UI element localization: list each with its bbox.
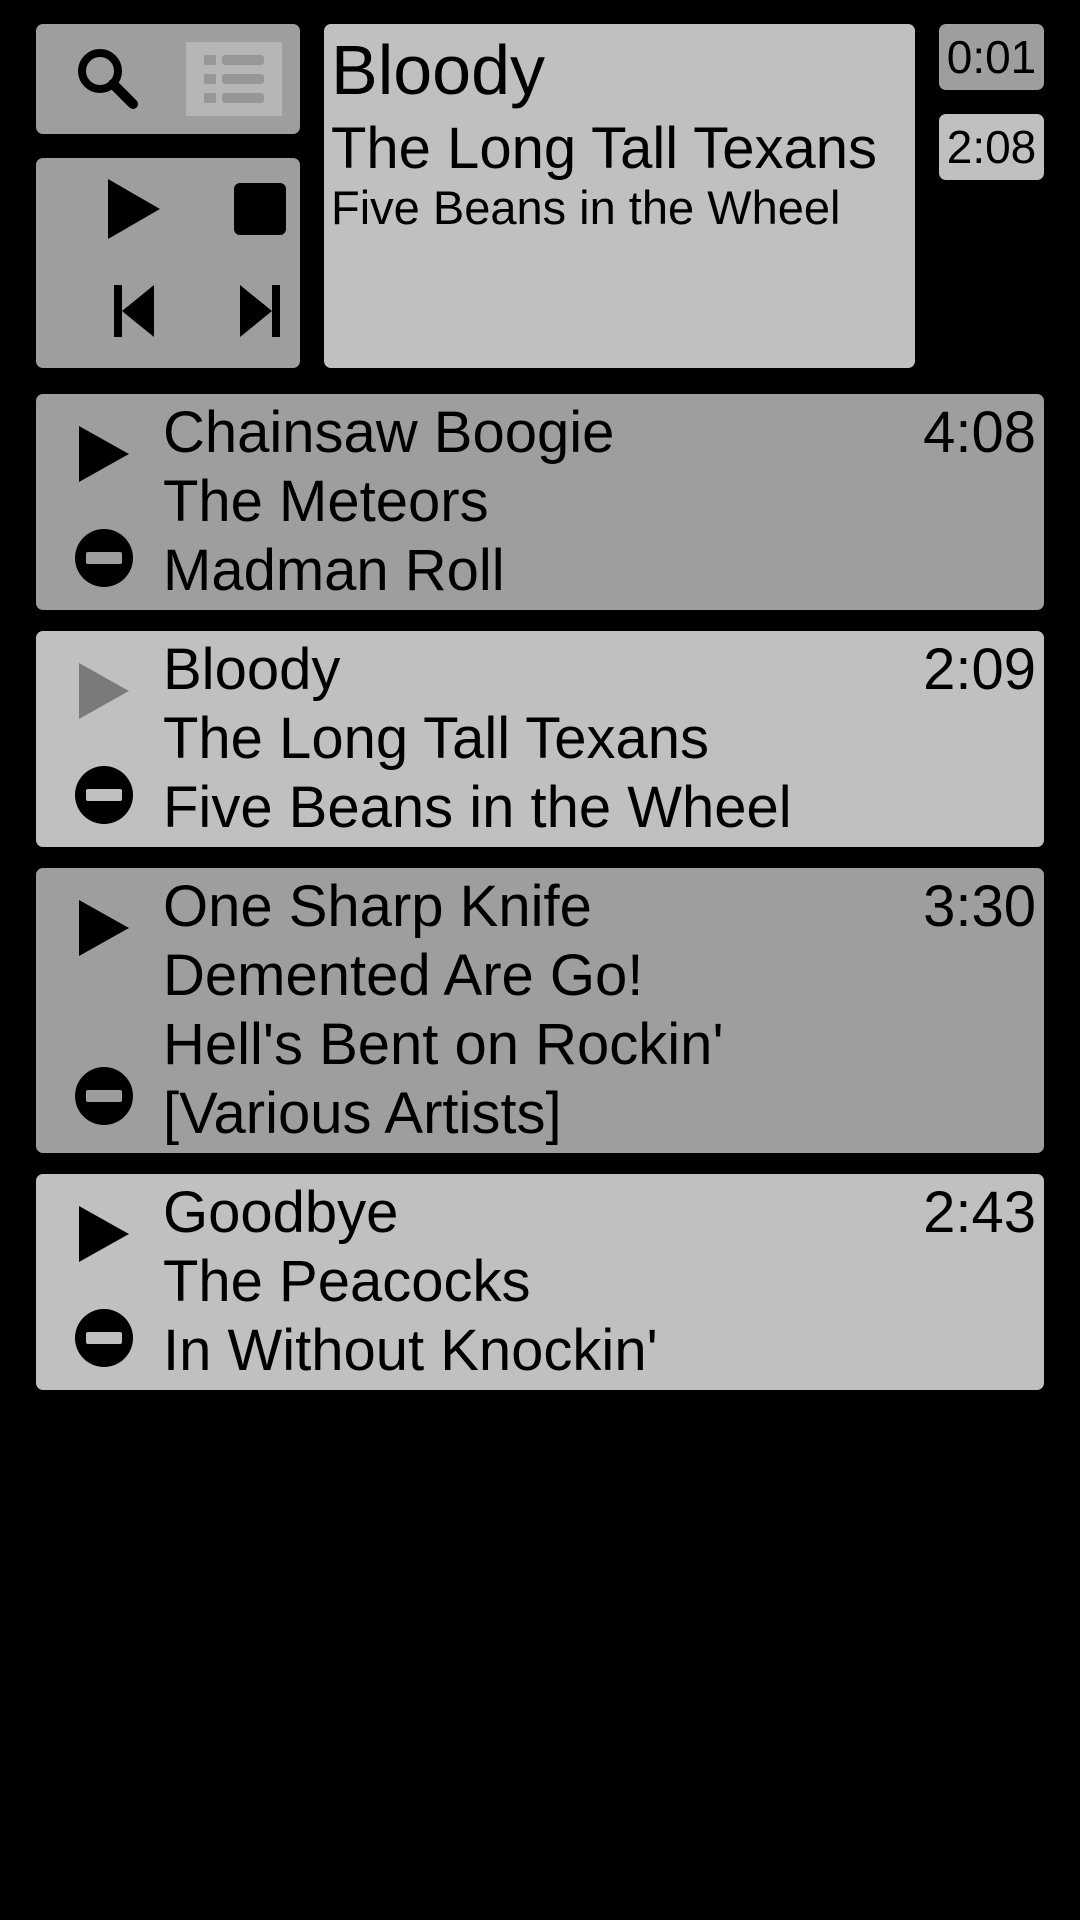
row-play-button[interactable]: [64, 414, 144, 494]
row-remove-button[interactable]: [64, 1298, 144, 1378]
row-remove-button[interactable]: [64, 518, 144, 598]
playlist-icon: [204, 55, 264, 103]
remove-circle-icon: [75, 766, 133, 824]
track-info: One Sharp Knife Demented Are Go! Hell's Be…: [163, 872, 724, 1148]
play-icon: [79, 900, 129, 956]
track-duration: 2:09: [923, 637, 1036, 702]
playlist-row[interactable]: Bloody The Long Tall Texans Five Beans in …: [36, 631, 1044, 847]
now-playing-artist: The Long Tall Texans: [331, 116, 878, 181]
playlist-row[interactable]: One Sharp Knife Demented Are Go! Hell's Be…: [36, 868, 1044, 1153]
row-play-button[interactable]: [64, 1194, 144, 1274]
search-list-panel: [36, 24, 300, 134]
playlist-row[interactable]: Goodbye The Peacocks In Without Knockin' 2:…: [36, 1174, 1044, 1390]
play-icon: [79, 663, 129, 719]
track-album: Hell's Bent on Rockin': [163, 1012, 724, 1077]
track-title: One Sharp Knife: [163, 874, 592, 939]
remove-circle-icon: [75, 1309, 133, 1367]
skip-next-icon: [240, 285, 280, 337]
play-icon: [79, 426, 129, 482]
track-artist: The Peacocks: [163, 1249, 531, 1314]
track-info: Goodbye The Peacocks In Without Knockin': [163, 1178, 658, 1385]
row-play-button: [64, 651, 144, 731]
track-album: Five Beans in the Wheel: [163, 775, 792, 840]
track-title: Chainsaw Boogie: [163, 400, 615, 465]
elapsed-time: 0:01: [939, 24, 1044, 90]
now-playing-panel: Bloody The Long Tall Texans Five Beans i…: [324, 24, 915, 368]
stop-button[interactable]: [210, 166, 310, 252]
play-button[interactable]: [84, 166, 184, 252]
now-playing-title: Bloody: [331, 31, 546, 109]
track-artist: The Long Tall Texans: [163, 706, 710, 771]
track-duration: 4:08: [923, 400, 1036, 465]
play-icon: [108, 179, 160, 239]
track-title: Goodbye: [163, 1180, 399, 1245]
total-time: 2:08: [939, 114, 1044, 180]
stop-icon: [234, 183, 286, 235]
next-button[interactable]: [210, 268, 310, 354]
track-album: Madman Roll: [163, 538, 505, 603]
row-play-button[interactable]: [64, 888, 144, 968]
transport-controls: [36, 158, 300, 368]
remove-circle-icon: [75, 1067, 133, 1125]
track-album: In Without Knockin': [163, 1318, 658, 1383]
remove-circle-icon: [75, 529, 133, 587]
play-icon: [79, 1206, 129, 1262]
skip-previous-icon: [114, 285, 154, 337]
track-artist: Demented Are Go!: [163, 943, 644, 1008]
track-extra: [Various Artists]: [163, 1081, 562, 1146]
playlist-button[interactable]: [186, 42, 282, 116]
search-icon: [78, 49, 138, 109]
row-remove-button[interactable]: [64, 755, 144, 835]
track-artist: The Meteors: [163, 469, 489, 534]
track-info: Chainsaw Boogie The Meteors Madman Roll: [163, 398, 614, 605]
now-playing-album: Five Beans in the Wheel: [331, 181, 841, 234]
playlist-row[interactable]: Chainsaw Boogie The Meteors Madman Roll 4:0…: [36, 394, 1044, 610]
row-remove-button[interactable]: [64, 1056, 144, 1136]
track-title: Bloody: [163, 637, 341, 702]
track-duration: 2:43: [923, 1180, 1036, 1245]
track-duration: 3:30: [923, 874, 1036, 939]
track-info: Bloody The Long Tall Texans Five Beans in …: [163, 635, 792, 842]
previous-button[interactable]: [84, 268, 184, 354]
search-button[interactable]: [58, 36, 158, 122]
